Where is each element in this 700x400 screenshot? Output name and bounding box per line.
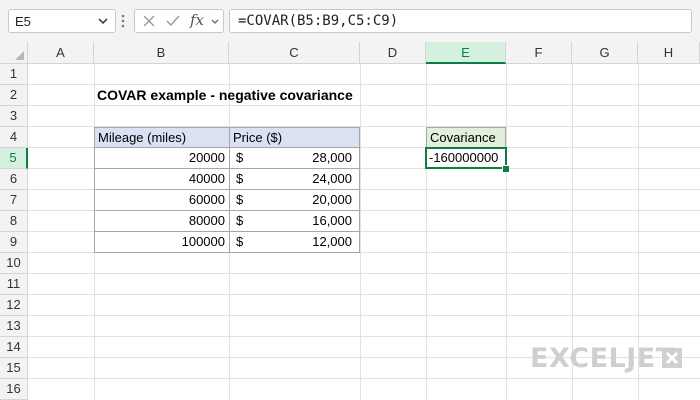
column-header-h[interactable]: H xyxy=(638,42,700,64)
active-cell-covariance[interactable]: -160000000 xyxy=(425,147,507,169)
row-header-1[interactable]: 1 xyxy=(0,64,28,85)
cell-mileage-5[interactable]: 100000 xyxy=(94,231,230,253)
cancel-icon[interactable] xyxy=(141,13,157,29)
column-header-f[interactable]: F xyxy=(506,42,572,64)
row-header-6[interactable]: 6 xyxy=(0,169,28,190)
cell-mileage-4[interactable]: 80000 xyxy=(94,210,230,232)
row-header-14[interactable]: 14 xyxy=(0,337,28,358)
currency-symbol: $ xyxy=(236,234,244,249)
formula-text: =COVAR(B5:B9,C5:C9) xyxy=(238,13,399,29)
column-header-g[interactable]: G xyxy=(572,42,638,64)
row-header-7[interactable]: 7 xyxy=(0,190,28,211)
formula-bar: E5 fx =COVAR(B5:B9,C5:C9) xyxy=(0,0,700,42)
header-price[interactable]: Price ($) xyxy=(229,127,360,148)
price-value: 12,000 xyxy=(312,234,352,249)
row-header-4[interactable]: 4 xyxy=(0,127,28,148)
column-header-d[interactable]: D xyxy=(360,42,426,64)
row-header-3[interactable]: 3 xyxy=(0,106,28,127)
cell-price-5[interactable]: $ 12,000 xyxy=(229,231,360,253)
row-header-10[interactable]: 10 xyxy=(0,253,28,274)
column-header-b[interactable]: B xyxy=(94,42,229,64)
header-mileage[interactable]: Mileage (miles) xyxy=(94,127,230,148)
row-header-2[interactable]: 2 xyxy=(0,85,28,106)
column-header-e[interactable]: E xyxy=(426,42,506,64)
row-header-13[interactable]: 13 xyxy=(0,316,28,337)
cell-mileage-3[interactable]: 60000 xyxy=(94,189,230,211)
row-header-8[interactable]: 8 xyxy=(0,211,28,232)
column-header-c[interactable]: C xyxy=(229,42,360,64)
covariance-header[interactable]: Covariance xyxy=(426,127,506,148)
sheet-title[interactable]: COVAR example - negative covariance xyxy=(97,85,353,106)
cell-price-3[interactable]: $ 20,000 xyxy=(229,189,360,211)
row-header-15[interactable]: 15 xyxy=(0,358,28,379)
currency-symbol: $ xyxy=(236,150,244,165)
price-value: 24,000 xyxy=(312,171,352,186)
more-options-icon[interactable] xyxy=(120,13,126,29)
price-value: 20,000 xyxy=(312,192,352,207)
chevron-down-icon[interactable] xyxy=(209,16,221,28)
fill-handle[interactable] xyxy=(502,165,510,173)
exceljet-logo-icon xyxy=(662,348,682,368)
currency-symbol: $ xyxy=(236,213,244,228)
insert-function-icon[interactable]: fx xyxy=(190,11,204,29)
price-value: 16,000 xyxy=(312,213,352,228)
row-header-16[interactable]: 16 xyxy=(0,379,28,400)
cell-mileage-2[interactable]: 40000 xyxy=(94,168,230,190)
row-header-9[interactable]: 9 xyxy=(0,232,28,253)
name-box-value: E5 xyxy=(15,14,31,29)
currency-symbol: $ xyxy=(236,192,244,207)
cell-mileage-1[interactable]: 20000 xyxy=(94,147,230,169)
row-header-5[interactable]: 5 xyxy=(0,148,28,169)
select-all-button[interactable] xyxy=(0,42,28,64)
formula-controls: fx xyxy=(134,9,224,33)
currency-symbol: $ xyxy=(236,171,244,186)
cell-price-1[interactable]: $ 28,000 xyxy=(229,147,360,169)
chevron-down-icon[interactable] xyxy=(95,13,111,29)
row-header-11[interactable]: 11 xyxy=(0,274,28,295)
column-header-a[interactable]: A xyxy=(28,42,94,64)
row-header-12[interactable]: 12 xyxy=(0,295,28,316)
formula-input[interactable]: =COVAR(B5:B9,C5:C9) xyxy=(229,9,692,33)
name-box[interactable]: E5 xyxy=(8,9,116,33)
enter-check-icon[interactable] xyxy=(165,13,181,29)
exceljet-logo: EXCELJET xyxy=(530,343,675,374)
price-value: 28,000 xyxy=(312,150,352,165)
cell-price-2[interactable]: $ 24,000 xyxy=(229,168,360,190)
cell-price-4[interactable]: $ 16,000 xyxy=(229,210,360,232)
